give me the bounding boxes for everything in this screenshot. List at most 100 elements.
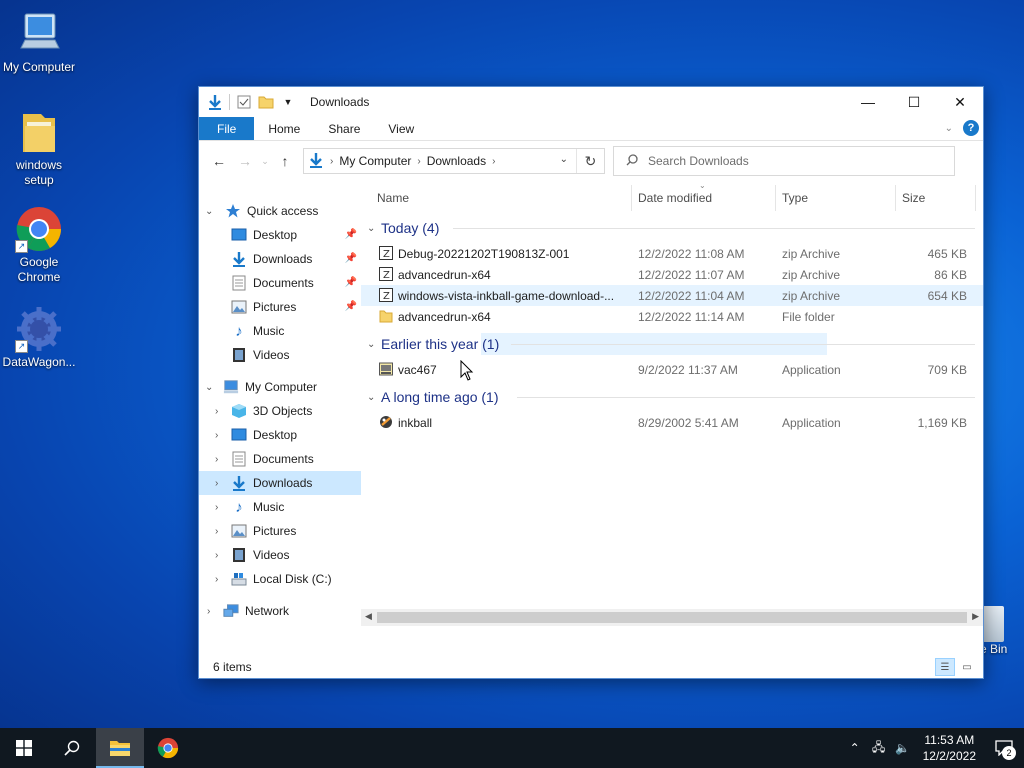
nav-quick-access[interactable]: ⌄ Quick access <box>199 199 361 223</box>
breadcrumb: › My Computer › Downloads › <box>304 152 495 171</box>
nav-network[interactable]: › Network <box>199 599 361 623</box>
chevron-right-icon[interactable]: › <box>215 406 218 417</box>
taskbar-chrome[interactable] <box>144 728 192 768</box>
chevron-up-icon[interactable]: ⌃ <box>843 741 867 755</box>
chevron-right-icon[interactable]: › <box>215 454 218 465</box>
search-input[interactable]: Search Downloads <box>613 146 955 176</box>
close-button[interactable]: ✕ <box>937 87 983 117</box>
minimize-button[interactable]: — <box>845 87 891 117</box>
chevron-down-icon[interactable]: ⌄ <box>367 392 375 403</box>
file-row[interactable]: Z Debug-20221202T190813Z-001 12/2/2022 1… <box>361 243 983 264</box>
group-header-today[interactable]: ⌄ Today (4) <box>361 217 983 239</box>
chevron-right-icon[interactable]: › <box>215 574 218 585</box>
nav-local-disk[interactable]: › Local Disk (C:) <box>199 567 361 591</box>
file-row[interactable]: vac467 9/2/2022 11:37 AM Application 709… <box>361 359 983 380</box>
chevron-down-icon[interactable]: ⌄ <box>205 206 213 217</box>
pin-icon[interactable]: 📌 <box>345 277 357 288</box>
file-row[interactable]: advancedrun-x64 12/2/2022 11:14 AM File … <box>361 306 983 327</box>
nav-documents[interactable]: › Documents <box>199 447 361 471</box>
pin-icon[interactable]: 📌 <box>345 301 357 312</box>
back-button[interactable]: ← <box>207 149 231 173</box>
nav-desktop[interactable]: › Desktop <box>199 423 361 447</box>
pin-icon[interactable]: 📌 <box>345 253 357 264</box>
chevron-down-icon[interactable]: ⌄ <box>367 339 375 350</box>
network-icon[interactable]: 🖧 <box>867 738 891 759</box>
nav-music[interactable]: › ♪ Music <box>199 495 361 519</box>
title-bar[interactable]: ▼ Downloads — ☐ ✕ <box>199 87 983 117</box>
desktop-icon-windows-setup[interactable]: windows setup <box>0 108 78 188</box>
nav-3d-objects[interactable]: › 3D Objects <box>199 399 361 423</box>
chevron-down-icon[interactable]: ⌄ <box>560 154 568 165</box>
nav-quick-pictures[interactable]: Pictures 📌 <box>199 295 361 319</box>
chevron-down-icon[interactable]: ⌄ <box>367 223 375 234</box>
up-button[interactable]: ↑ <box>273 149 297 173</box>
search-button[interactable] <box>48 728 96 768</box>
breadcrumb-downloads[interactable]: Downloads <box>427 154 486 168</box>
new-folder-icon[interactable] <box>258 94 274 110</box>
download-arrow-icon[interactable] <box>207 94 223 110</box>
recent-locations-button[interactable]: ⌄ <box>259 149 271 173</box>
nav-downloads[interactable]: › Downloads <box>199 471 361 495</box>
refresh-button[interactable]: ↻ <box>576 149 604 173</box>
chevron-right-icon[interactable]: › <box>215 550 218 561</box>
column-divider[interactable] <box>631 185 632 211</box>
action-center-button[interactable]: 2 <box>984 728 1024 768</box>
breadcrumb-my-computer[interactable]: My Computer <box>339 154 411 168</box>
customize-qat-icon[interactable]: ▼ <box>280 94 296 110</box>
tab-share[interactable]: Share <box>314 117 374 140</box>
forward-button[interactable]: → <box>233 149 257 173</box>
nav-pictures[interactable]: › Pictures <box>199 519 361 543</box>
column-date-modified[interactable]: Date modified <box>638 191 712 205</box>
column-divider[interactable] <box>775 185 776 211</box>
file-row[interactable]: Z windows-vista-inkball-game-download-..… <box>361 285 983 306</box>
chevron-right-icon[interactable]: › <box>215 478 218 489</box>
scroll-right-icon[interactable]: ▶ <box>972 611 979 622</box>
chevron-right-icon[interactable]: › <box>215 502 218 513</box>
chevron-right-icon[interactable]: › <box>330 156 333 167</box>
tab-file[interactable]: File <box>199 117 255 140</box>
scrollbar-thumb[interactable] <box>377 612 967 623</box>
clock[interactable]: 11:53 AM 12/2/2022 <box>915 732 984 764</box>
chevron-right-icon[interactable]: › <box>417 156 420 167</box>
desktop-icon-datawagon[interactable]: ↗ DataWagon... <box>0 305 78 370</box>
column-name[interactable]: Name <box>377 191 409 205</box>
column-size[interactable]: Size <box>902 191 925 205</box>
address-bar[interactable]: › My Computer › Downloads › ⌄ ↻ <box>303 148 605 174</box>
column-divider[interactable] <box>975 185 976 211</box>
column-divider[interactable] <box>895 185 896 211</box>
nav-quick-desktop[interactable]: Desktop 📌 <box>199 223 361 247</box>
column-type[interactable]: Type <box>782 191 808 205</box>
file-row[interactable]: inkball 8/29/2002 5:41 AM Application 1,… <box>361 412 983 433</box>
nav-quick-documents[interactable]: Documents 📌 <box>199 271 361 295</box>
desktop-icon-google-chrome[interactable]: ↗ Google Chrome <box>0 205 78 285</box>
taskbar-file-explorer[interactable] <box>96 728 144 768</box>
pin-icon[interactable]: 📌 <box>345 229 357 240</box>
scroll-left-icon[interactable]: ◀ <box>365 611 372 622</box>
details-view-icon[interactable]: ☰ <box>935 658 955 676</box>
volume-icon[interactable]: 🔈 <box>891 741 915 755</box>
chevron-right-icon[interactable]: › <box>207 606 210 617</box>
nav-my-computer[interactable]: ⌄ My Computer <box>199 375 361 399</box>
tab-view[interactable]: View <box>374 117 428 140</box>
maximize-button[interactable]: ☐ <box>891 87 937 117</box>
chevron-right-icon[interactable]: › <box>215 430 218 441</box>
properties-icon[interactable] <box>236 94 252 110</box>
file-row[interactable]: Z advancedrun-x64 12/2/2022 11:07 AM zip… <box>361 264 983 285</box>
group-header-earlier-this-year[interactable]: ⌄ Earlier this year (1) <box>361 333 983 355</box>
file-type: zip Archive <box>782 268 841 282</box>
nav-videos[interactable]: › Videos <box>199 543 361 567</box>
nav-quick-videos[interactable]: Videos <box>199 343 361 367</box>
large-icons-view-icon[interactable]: ▭ <box>957 658 977 676</box>
horizontal-scrollbar[interactable]: ◀ ▶ <box>361 609 983 626</box>
nav-quick-downloads[interactable]: Downloads 📌 <box>199 247 361 271</box>
expand-ribbon-icon[interactable]: ⌄ <box>945 123 953 134</box>
nav-quick-music[interactable]: ♪ Music <box>199 319 361 343</box>
tab-home[interactable]: Home <box>254 117 314 140</box>
desktop-icon-my-computer[interactable]: My Computer <box>0 10 78 75</box>
group-header-long-time-ago[interactable]: ⌄ A long time ago (1) <box>361 386 983 408</box>
start-button[interactable] <box>0 728 48 768</box>
chevron-right-icon[interactable]: › <box>215 526 218 537</box>
chevron-right-icon[interactable]: › <box>492 156 495 167</box>
help-icon[interactable]: ? <box>963 120 979 136</box>
chevron-down-icon[interactable]: ⌄ <box>205 382 213 393</box>
